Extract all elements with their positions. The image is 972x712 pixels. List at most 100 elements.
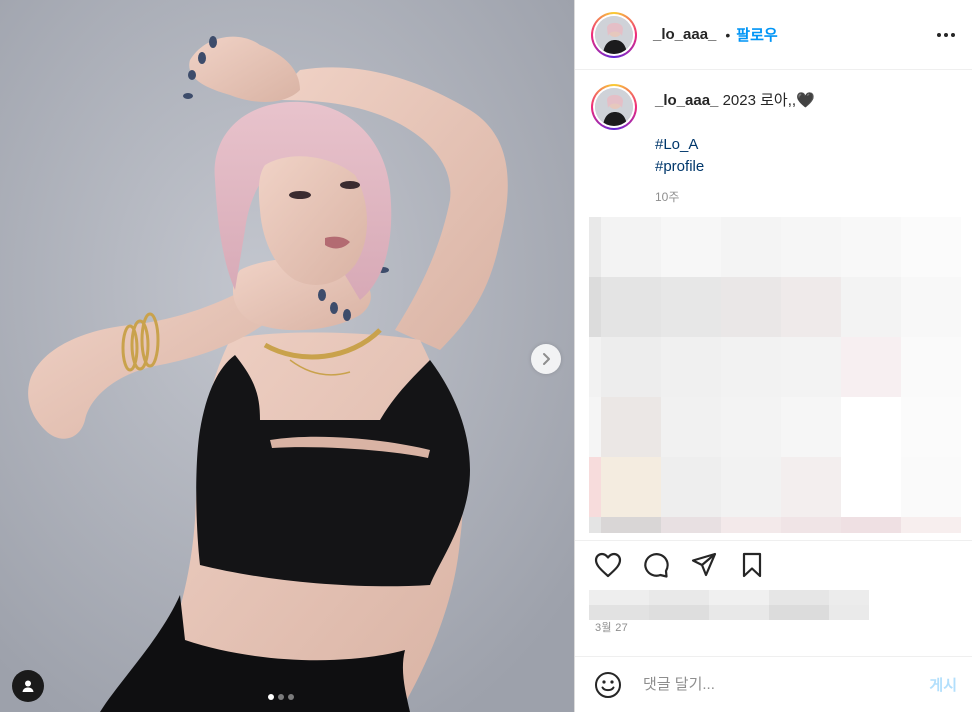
mosaic-block: [601, 217, 661, 277]
mosaic-block: [841, 217, 901, 277]
comment-composer: 게시: [575, 656, 972, 712]
save-button[interactable]: [737, 550, 767, 580]
avatar-border: [593, 86, 635, 128]
mosaic-block: [781, 217, 841, 277]
bookmark-icon: [742, 552, 762, 577]
paper-plane-icon: [691, 552, 717, 576]
caption-timestamp: 10주: [655, 190, 680, 204]
caption-body: _lo_aaa_ 2023 로아,,🖤 #Lo_A #profile 10주: [655, 84, 815, 205]
mosaic-block: [901, 397, 961, 457]
chevron-right-icon: [543, 353, 550, 365]
author-avatar[interactable]: [591, 11, 637, 58]
mosaic-block: [841, 397, 901, 457]
mosaic-block: [721, 457, 781, 517]
mosaic-block: [589, 605, 649, 620]
mosaic-block: [601, 457, 661, 517]
mosaic-block: [601, 337, 661, 397]
mosaic-block: [901, 457, 961, 517]
comment-button[interactable]: [641, 550, 671, 580]
more-options-icon: [937, 32, 955, 37]
share-button[interactable]: [689, 550, 719, 580]
user-tag-icon: [22, 680, 34, 692]
mosaic-block: [901, 517, 961, 533]
heart-icon: [594, 552, 622, 577]
mosaic-block: [721, 397, 781, 457]
avatar-photo: [595, 15, 633, 54]
mosaic-block: [781, 397, 841, 457]
mosaic-block: [841, 337, 901, 397]
mosaic-block: [709, 605, 769, 620]
mosaic-block: [601, 277, 661, 337]
mosaic-block: [649, 590, 709, 605]
caption-text: 2023 로아,,🖤: [722, 92, 815, 109]
avatar-image: [595, 15, 633, 54]
mosaic-block: [781, 517, 841, 533]
post-comment-button[interactable]: 게시: [929, 674, 957, 695]
comment-icon: [644, 552, 669, 578]
avatar-image: [595, 88, 633, 126]
mosaic-block: [769, 590, 829, 605]
like-button[interactable]: [593, 550, 623, 580]
mosaic-block: [841, 277, 901, 337]
mosaic-block: [649, 605, 709, 620]
mosaic-block: [589, 217, 601, 277]
post-caption: _lo_aaa_ 2023 로아,,🖤 #Lo_A #profile 10주: [591, 84, 958, 205]
mosaic-block: [589, 517, 601, 533]
post-date: 3월 27: [595, 622, 629, 634]
mosaic-block: [721, 337, 781, 397]
mosaic-block: [781, 337, 841, 397]
avatar-border: [593, 13, 635, 56]
caption-hashtags: #Lo_A #profile: [655, 134, 815, 178]
carousel-indicator: [268, 694, 294, 700]
mosaic-block: [901, 217, 961, 277]
mosaic-block: [589, 590, 649, 605]
hashtag-link[interactable]: #Lo_A: [655, 134, 815, 156]
separator-dot: •: [725, 26, 731, 43]
mosaic-block: [829, 605, 869, 620]
mosaic-block: [721, 277, 781, 337]
mosaic-block: [769, 605, 829, 620]
tagged-users-button[interactable]: [12, 670, 44, 702]
follow-button[interactable]: 팔로우: [736, 24, 777, 45]
carousel-dot: [268, 694, 274, 700]
author-username[interactable]: _lo_aaa_: [653, 26, 716, 43]
mosaic-block: [661, 517, 721, 533]
mosaic-block: [661, 457, 721, 517]
post-photo: [0, 0, 574, 712]
post-media[interactable]: [0, 0, 574, 712]
mosaic-block: [661, 217, 721, 277]
emoji-icon: [595, 671, 621, 698]
mosaic-block: [589, 337, 601, 397]
mosaic-block: [901, 337, 961, 397]
mosaic-block: [829, 590, 869, 605]
mosaic-block: [781, 277, 841, 337]
caption-line: _lo_aaa_ 2023 로아,,🖤: [655, 92, 815, 110]
emoji-button[interactable]: [593, 670, 623, 700]
mosaic-block: [589, 457, 601, 517]
comment-input[interactable]: [643, 676, 930, 693]
mosaic-block: [601, 517, 661, 533]
mosaic-block: [601, 397, 661, 457]
more-options-button[interactable]: [934, 23, 958, 47]
caption-author-avatar[interactable]: [591, 84, 637, 130]
mosaic-block: [661, 337, 721, 397]
blurred-comments: [589, 217, 961, 533]
carousel-dot: [288, 694, 294, 700]
mosaic-block: [589, 397, 601, 457]
mosaic-block: [901, 277, 961, 337]
post-header: _lo_aaa_ • 팔로우: [575, 0, 972, 70]
carousel-next-button[interactable]: [531, 344, 561, 374]
mosaic-block: [841, 457, 901, 517]
caption-username[interactable]: _lo_aaa_: [655, 92, 718, 109]
mosaic-block: [781, 457, 841, 517]
post-side-panel: _lo_aaa_ • 팔로우 _lo_aaa_ 2023 로아,,🖤 #Lo_A…: [574, 0, 972, 712]
mosaic-block: [709, 590, 769, 605]
hashtag-link[interactable]: #profile: [655, 156, 815, 178]
carousel-dot: [278, 694, 284, 700]
mosaic-block: [661, 397, 721, 457]
avatar-photo: [595, 88, 633, 126]
mosaic-block: [661, 277, 721, 337]
blurred-likes: [589, 590, 869, 620]
post-actions: [575, 540, 972, 588]
mosaic-block: [721, 517, 781, 533]
